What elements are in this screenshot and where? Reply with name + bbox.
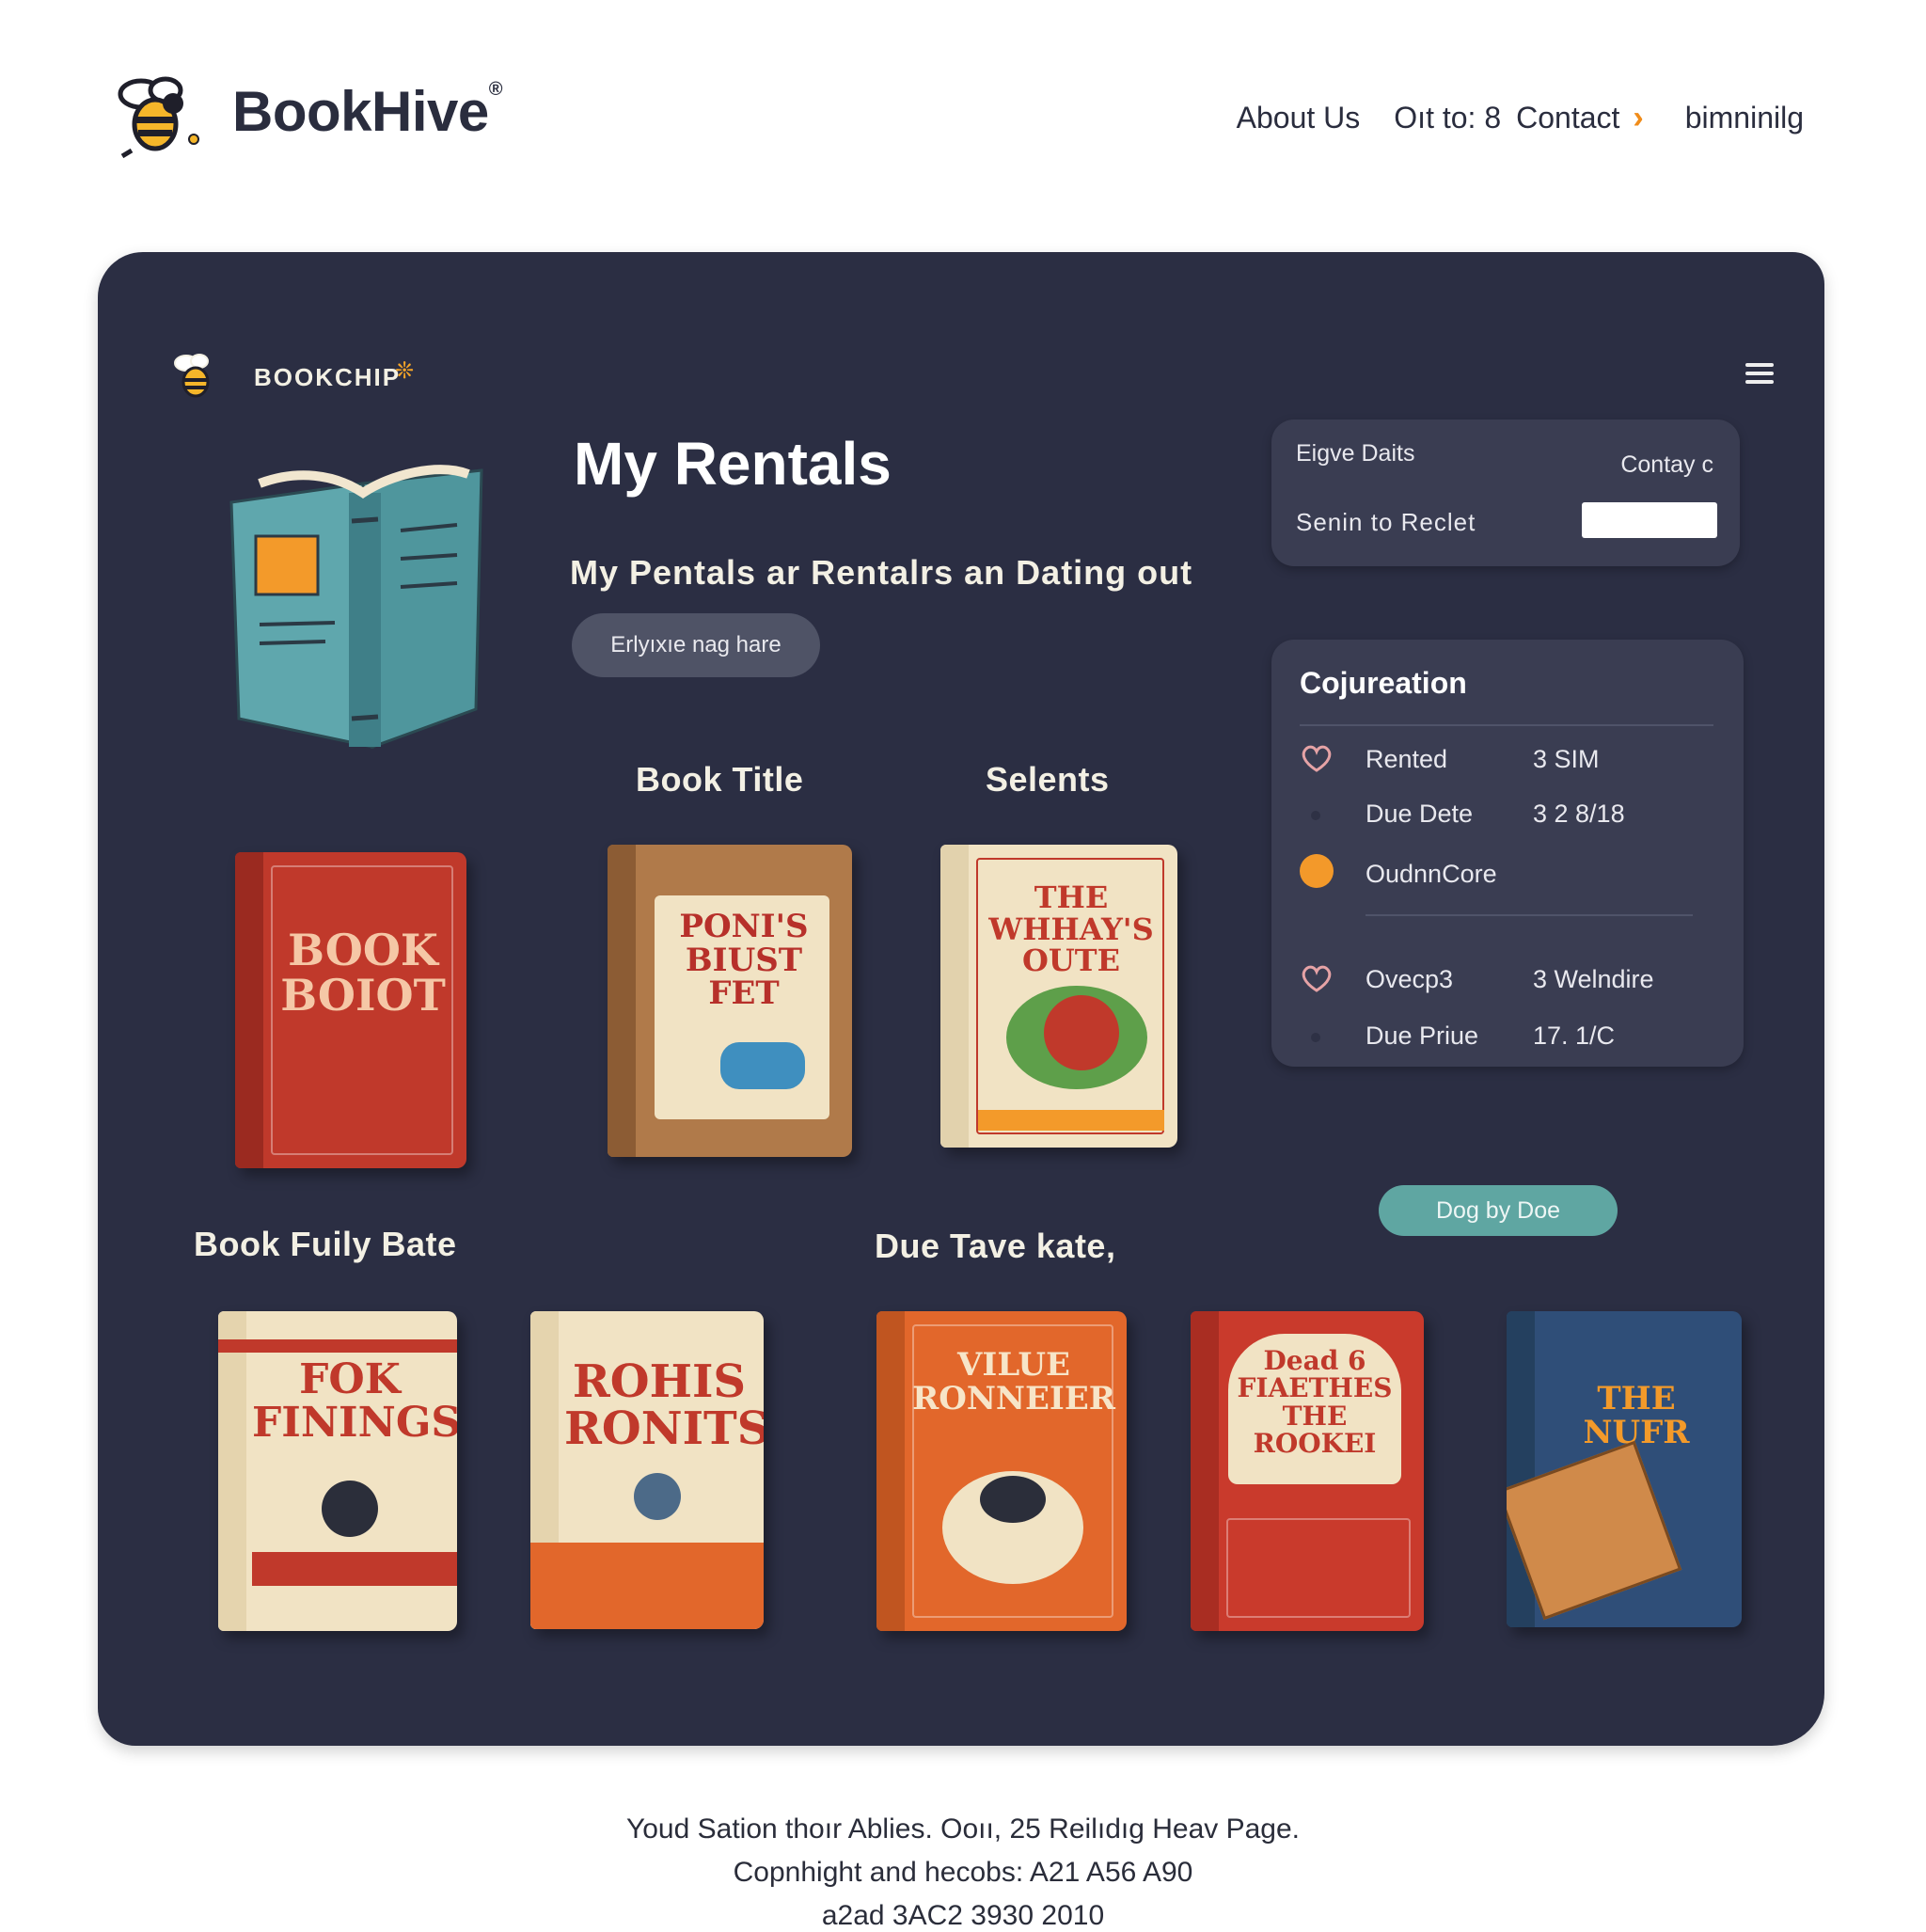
detail-label: Rented [1366,745,1448,773]
nav-about-link[interactable]: About Us [1237,101,1361,135]
card-label: Senin to Reclet [1296,508,1476,536]
book-cover[interactable]: FOK FININGS [218,1311,457,1631]
book-cover[interactable]: THE NUFR [1507,1311,1742,1627]
summary-card: Eigve Daits Contay c Senin to Reclet [1271,420,1740,566]
card-label: Eigve Daits [1296,440,1415,467]
book-title: THE WHHAY'S OUTE [988,879,1154,979]
card-title: Cojureation [1300,666,1467,700]
nav-last-link[interactable]: bimninilg [1685,101,1804,135]
rental-details-card: Cojureation Rented 3 SIM Due Dete 3 2 8/… [1271,640,1744,1067]
bee-small-icon: ❊ [395,358,415,384]
hamburger-menu-icon[interactable] [1745,363,1774,386]
brand-name[interactable]: BookHive® [232,79,503,144]
detail-value: 17. 1/C [1533,1021,1616,1050]
page-subtitle: My Pentals ar Rentalrs an Dating out [570,553,1193,592]
book-title: BOOK BOIOT [280,925,446,1021]
divider [1300,724,1713,726]
divider [1366,914,1693,916]
detail-label: Due Priue [1366,1021,1479,1050]
book-cover[interactable]: ROHIS RONITS [530,1311,764,1629]
book-title: FOK FININGS [252,1355,457,1448]
book-cover[interactable]: PONI'S BIUST FET [608,845,852,1157]
label-book-fuily: Book Fuily Bate [194,1225,457,1263]
due-by-date-button[interactable]: Dog by Doe [1379,1185,1618,1236]
panel-brand[interactable]: BOOKCHIP [254,363,401,392]
footer-line: Youd Sation thoır Ablies. Ooıı, 25 Reilı… [625,1813,1300,1845]
bee-logo-icon [174,354,210,398]
explore-button[interactable]: Erlyıxıe nag hare [572,613,820,677]
heart-icon[interactable] [1300,743,1334,773]
nav-contact-link[interactable]: Contact [1516,101,1619,135]
chevron-right-icon: › [1633,100,1644,135]
book-title: ROHIS RONITS [564,1355,764,1456]
detail-label: Due Dete [1366,800,1474,828]
contact-link[interactable]: Contay c [1620,451,1713,479]
detail-label: OudnnCore [1366,860,1497,888]
detail-value: 3 2 8/18 [1533,800,1625,828]
footer-line: a2ad 3AC2 3930 2010 [821,1900,1105,1931]
open-book-illustration [229,465,483,750]
nav-extra-link[interactable]: Oıt to: 8 [1394,101,1501,135]
label-selects: Selents [986,760,1110,799]
label-due-tave: Due Tave kate, [875,1227,1116,1265]
search-input[interactable] [1582,502,1717,538]
book-title: VILUE RONNEIER [911,1346,1116,1417]
book-cover[interactable]: BOOK BOIOT [235,852,466,1168]
heart-icon[interactable] [1300,963,1334,993]
detail-label: Ovecp3 [1366,965,1454,993]
book-cover[interactable]: THE WHHAY'S OUTE [940,845,1177,1148]
page-title: My Rentals [574,430,892,498]
top-nav: About Us Oıt to: 8 Contact › bimninilg [1237,100,1804,136]
book-cover[interactable]: Dead 6 FIAETHES THE ROOKEI [1191,1311,1424,1631]
footer-line: Copnhight and hecobs: A21 A56 A90 [733,1857,1193,1888]
label-book-title: Book Title [636,760,804,799]
detail-value: 3 Welndire [1533,965,1654,993]
status-dot-icon [1300,854,1334,888]
book-title: Dead 6 FIAETHES THE ROOKEI [1237,1345,1393,1460]
bullet-icon [1311,811,1320,820]
bee-logo-icon[interactable] [103,66,207,160]
bullet-icon [1311,1033,1320,1042]
book-title: THE NUFR [1583,1380,1690,1451]
detail-value: 3 SIM [1533,745,1600,773]
book-cover[interactable]: VILUE RONNEIER [876,1311,1127,1631]
book-title: PONI'S BIUST FET [679,908,809,1013]
